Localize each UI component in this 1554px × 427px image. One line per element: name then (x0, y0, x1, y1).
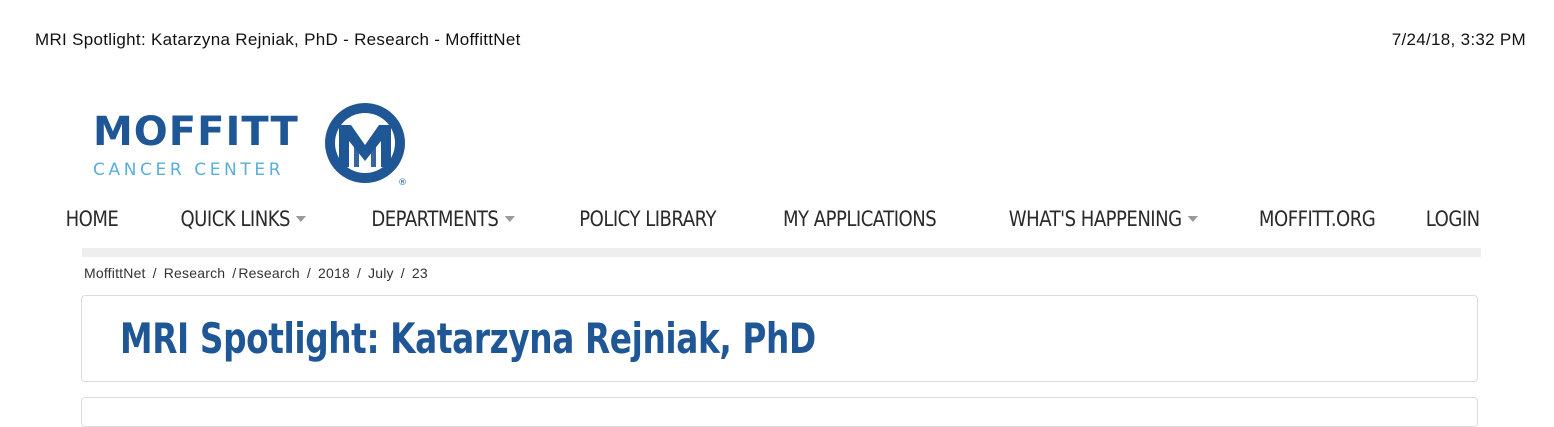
breadcrumb-separator: / (152, 265, 157, 281)
breadcrumb-item-research-sub[interactable]: Research (238, 265, 300, 281)
breadcrumb-item-moffittnet[interactable]: MoffittNet (84, 265, 146, 281)
nav-item-policy-library[interactable]: POLICY LIBRARY (579, 207, 716, 231)
breadcrumb: MoffittNet / Research / Research/2018/July/2… (84, 265, 428, 281)
page-title: MRI Spotlight: Katarzyna Rejniak, PhD (120, 314, 816, 363)
logo-subtitle: CANCER CENTER (93, 160, 285, 180)
content-panel (81, 397, 1478, 427)
breadcrumb-separator: / (306, 265, 311, 281)
nav-item-quick-links[interactable]: QUICK LINKS (180, 207, 307, 231)
moffitt-m-logo-icon: ® (325, 103, 407, 188)
main-navigation: HOME QUICK LINKS DEPARTMENTS POLICY LIBR… (65, 196, 1480, 242)
nav-item-login[interactable]: LOGIN (1426, 207, 1480, 231)
nav-item-whats-happening[interactable]: WHAT'S HAPPENING (1008, 207, 1199, 231)
print-header-datetime: 7/24/18, 3:32 PM (1391, 30, 1526, 49)
caret-down-icon (1187, 216, 1199, 222)
nav-item-label: MY APPLICATIONS (782, 207, 937, 231)
print-header-title: MRI Spotlight: Katarzyna Rejniak, PhD - … (35, 30, 521, 49)
caret-down-icon (504, 216, 515, 222)
nav-item-departments[interactable]: DEPARTMENTS (372, 207, 515, 231)
nav-item-label: POLICY LIBRARY (579, 207, 716, 231)
moffitt-logo[interactable]: MOFFITT CANCER CENTER ® (90, 100, 420, 190)
registered-mark: ® (398, 178, 407, 188)
nav-item-label: HOME (65, 207, 118, 231)
nav-item-label: QUICK LINKS (180, 207, 290, 231)
breadcrumb-separator: / (400, 265, 405, 281)
breadcrumb-separator: / (232, 265, 237, 281)
nav-item-moffitt-org[interactable]: MOFFITT.ORG (1259, 207, 1376, 231)
nav-divider (82, 248, 1481, 257)
nav-item-my-applications[interactable]: MY APPLICATIONS (782, 207, 937, 231)
breadcrumb-item-year[interactable]: 2018 (318, 265, 350, 281)
nav-item-label: MOFFITT.ORG (1259, 207, 1376, 231)
breadcrumb-item-month[interactable]: July (368, 265, 394, 281)
logo-wordmark: MOFFITT (93, 109, 299, 155)
breadcrumb-item-research[interactable]: Research (164, 265, 226, 281)
title-panel: MRI Spotlight: Katarzyna Rejniak, PhD (81, 295, 1478, 382)
nav-item-label: LOGIN (1426, 207, 1480, 231)
nav-item-label: DEPARTMENTS (371, 207, 500, 231)
nav-item-home[interactable]: HOME (65, 207, 118, 231)
breadcrumb-separator: / (356, 265, 362, 281)
breadcrumb-item-day: 23 (411, 265, 428, 281)
caret-down-icon (295, 216, 307, 222)
nav-item-label: WHAT'S HAPPENING (1008, 207, 1182, 231)
